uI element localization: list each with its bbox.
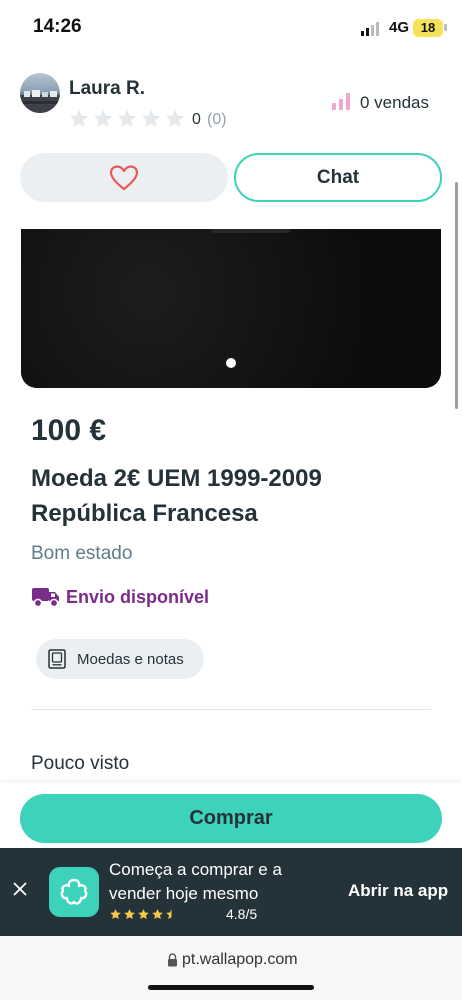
status-time: 14:26: [33, 16, 82, 37]
shipping-info: Envio disponível: [31, 584, 209, 610]
truck-icon: [32, 588, 59, 608]
gallery-dot-active[interactable]: [226, 358, 236, 368]
seller-rating-stars: [68, 108, 186, 130]
star-icon: [70, 109, 88, 127]
star-icon: [166, 109, 184, 127]
avatar[interactable]: [20, 73, 60, 113]
chat-button[interactable]: Chat: [234, 153, 442, 202]
banner-text: Começa a comprar e a vender hoje mesmo: [109, 860, 282, 903]
star-icon: [94, 109, 112, 127]
star-icon: [138, 909, 149, 920]
signal-icon: [361, 22, 379, 36]
seller-name[interactable]: Laura R.: [69, 78, 145, 100]
shipping-label: Envio disponível: [66, 586, 210, 607]
item-condition: Bom estado: [31, 543, 133, 564]
views-label: Pouco visto: [31, 753, 130, 774]
home-indicator[interactable]: [148, 985, 314, 990]
star-icon: [124, 909, 135, 920]
divider: [31, 709, 431, 710]
star-half-icon: [166, 909, 172, 920]
network-label: 4G: [389, 19, 410, 36]
url-text[interactable]: pt.wallapop.com: [182, 951, 298, 969]
buy-bar: Comprar: [0, 783, 462, 849]
rating-count: (0): [207, 111, 227, 128]
buy-button[interactable]: Comprar: [20, 794, 442, 843]
category-chip[interactable]: Moedas e notas: [36, 639, 204, 679]
category-label: Moedas e notas: [77, 650, 184, 668]
item-title: Moeda 2€ UEM 1999-2009 República Frances…: [31, 465, 322, 527]
rating-value: 0: [192, 111, 201, 128]
scrollbar[interactable]: [455, 182, 458, 409]
favorite-button[interactable]: [20, 153, 228, 202]
star-icon: [142, 109, 160, 127]
wallapop-logo-icon: [49, 867, 99, 917]
item-price: 100 €: [31, 414, 107, 447]
status-bar: 14:26 4G 18: [0, 0, 462, 56]
coin-icon: [48, 649, 66, 669]
battery-tip: [444, 24, 447, 31]
banner-rating: 4.8/5: [226, 906, 258, 922]
close-icon[interactable]: [12, 881, 28, 897]
image-gallery[interactable]: [21, 229, 441, 388]
open-app-button[interactable]: Abrir na app: [348, 881, 448, 901]
app-banner: Começa a comprar e a vender hoje mesmo 4…: [0, 848, 462, 936]
sales-chart-icon: [332, 93, 350, 110]
seller-row[interactable]: Laura R. 0 (0) 0 vendas: [0, 56, 462, 146]
battery-icon: 18: [413, 19, 443, 37]
lock-icon: [168, 953, 177, 967]
star-icon: [152, 909, 163, 920]
browser-url-bar[interactable]: pt.wallapop.com: [0, 936, 462, 1000]
banner-rating-stars: [109, 908, 178, 921]
star-icon: [118, 109, 136, 127]
star-icon: [110, 909, 121, 920]
heart-icon: [109, 164, 139, 190]
sales-count: 0 vendas: [360, 93, 429, 112]
avatar-image: [20, 90, 60, 113]
gallery-image-edge: [211, 229, 291, 233]
